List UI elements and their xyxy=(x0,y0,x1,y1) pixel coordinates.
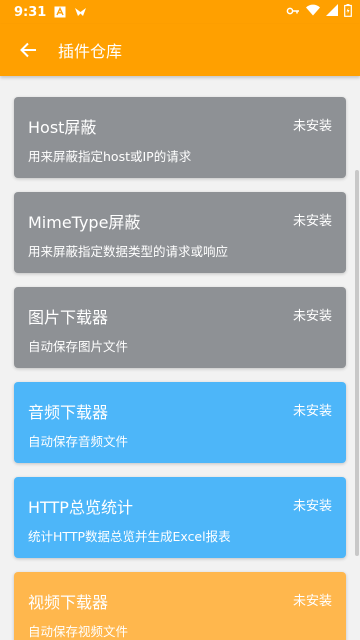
signal-icon xyxy=(326,4,338,20)
plugin-card-host-block[interactable]: Host屏蔽 未安装 用来屏蔽指定host或IP的请求 xyxy=(14,97,346,178)
status-bar: 9:31 xyxy=(0,0,360,24)
back-button[interactable] xyxy=(14,36,42,64)
page-title: 插件仓库 xyxy=(58,42,123,61)
plugin-status: 未安装 xyxy=(292,499,332,514)
plugin-card-mimetype-block[interactable]: MimeType屏蔽 未安装 用来屏蔽指定数据类型的请求或响应 xyxy=(14,192,346,273)
plugin-list[interactable]: Host屏蔽 未安装 用来屏蔽指定host或IP的请求 MimeType屏蔽 未… xyxy=(0,76,360,640)
plugin-card-audio-downloader[interactable]: 音频下载器 未安装 自动保存音频文件 xyxy=(14,382,346,463)
battery-icon xyxy=(344,3,352,21)
plugin-description: 自动保存视频文件 xyxy=(28,624,129,639)
wifi-icon xyxy=(306,4,320,20)
plugin-status: 未安装 xyxy=(292,214,332,229)
app-bar: 插件仓库 xyxy=(0,24,360,76)
plugin-name: 视频下载器 xyxy=(28,593,109,612)
status-time: 9:31 xyxy=(14,4,47,20)
arrow-back-icon xyxy=(20,42,36,58)
plugin-description: 用来屏蔽指定host或IP的请求 xyxy=(28,149,192,164)
vpn-key-icon xyxy=(286,5,300,20)
plugin-description: 自动保存音频文件 xyxy=(28,434,129,449)
bird-icon xyxy=(74,6,87,18)
plugin-name: HTTP总览统计 xyxy=(28,498,133,517)
plugin-name: 图片下载器 xyxy=(28,308,109,327)
plugin-card-video-downloader[interactable]: 视频下载器 未安装 自动保存视频文件 xyxy=(14,572,346,640)
a-box-icon xyxy=(54,6,66,18)
plugin-status: 未安装 xyxy=(292,309,332,324)
plugin-status: 未安装 xyxy=(292,404,332,419)
plugin-card-http-overview[interactable]: HTTP总览统计 未安装 统计HTTP数据总览并生成Excel报表 xyxy=(14,477,346,558)
plugin-description: 自动保存图片文件 xyxy=(28,339,129,354)
plugin-name: MimeType屏蔽 xyxy=(28,213,141,232)
plugin-card-image-downloader[interactable]: 图片下载器 未安装 自动保存图片文件 xyxy=(14,287,346,368)
plugin-name: 音频下载器 xyxy=(28,403,109,422)
plugin-name: Host屏蔽 xyxy=(28,118,97,137)
plugin-status: 未安装 xyxy=(292,594,332,609)
plugin-status: 未安装 xyxy=(292,119,332,134)
plugin-description: 统计HTTP数据总览并生成Excel报表 xyxy=(28,529,231,544)
plugin-description: 用来屏蔽指定数据类型的请求或响应 xyxy=(28,244,229,259)
scrollbar[interactable] xyxy=(355,170,359,556)
